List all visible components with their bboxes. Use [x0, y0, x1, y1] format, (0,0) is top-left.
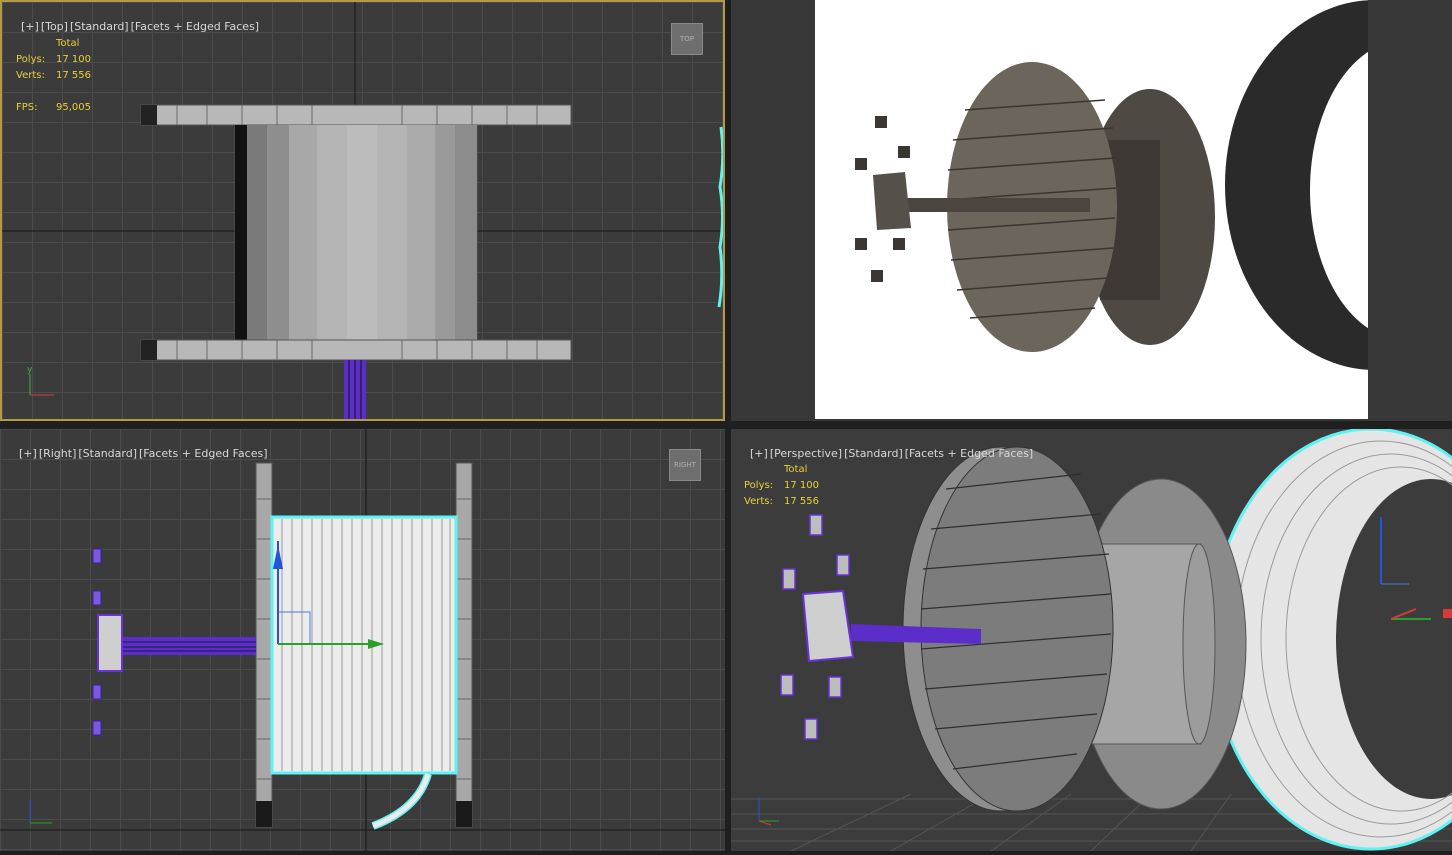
axis-gizmo-icon [758, 797, 779, 826]
scene-stats: Total Polys: 17 100 Verts: 17 556 FPS: 95,0… [16, 38, 91, 113]
viewcube-icon[interactable]: RIGHT [669, 449, 701, 481]
axis-gizmo-icon: y [27, 365, 54, 396]
viewport-label-right[interactable]: [+] [Right] [Standard] [Facets + Edged Face… [5, 434, 270, 473]
svg-text:y: y [27, 365, 33, 375]
viewcube-icon[interactable]: TOP [671, 23, 703, 55]
viewport-render[interactable] [731, 0, 1452, 421]
viewport-right[interactable]: [+] [Right] [Standard] [Facets + Edged Face… [0, 429, 725, 851]
right-view-scene [0, 429, 725, 851]
rendered-cable-reel [855, 0, 1368, 370]
scene-stats: Total Polys: 17 100 Verts: 17 556 [744, 464, 819, 507]
viewport-top[interactable]: y [+] [Top] [Standard] [Facets + Edged Face… [0, 0, 725, 421]
render-frame [815, 0, 1368, 419]
axis-gizmo-icon [29, 800, 52, 824]
viewport-perspective[interactable]: [+] [Perspective] [Standard] [Facets + Edge… [731, 429, 1452, 851]
